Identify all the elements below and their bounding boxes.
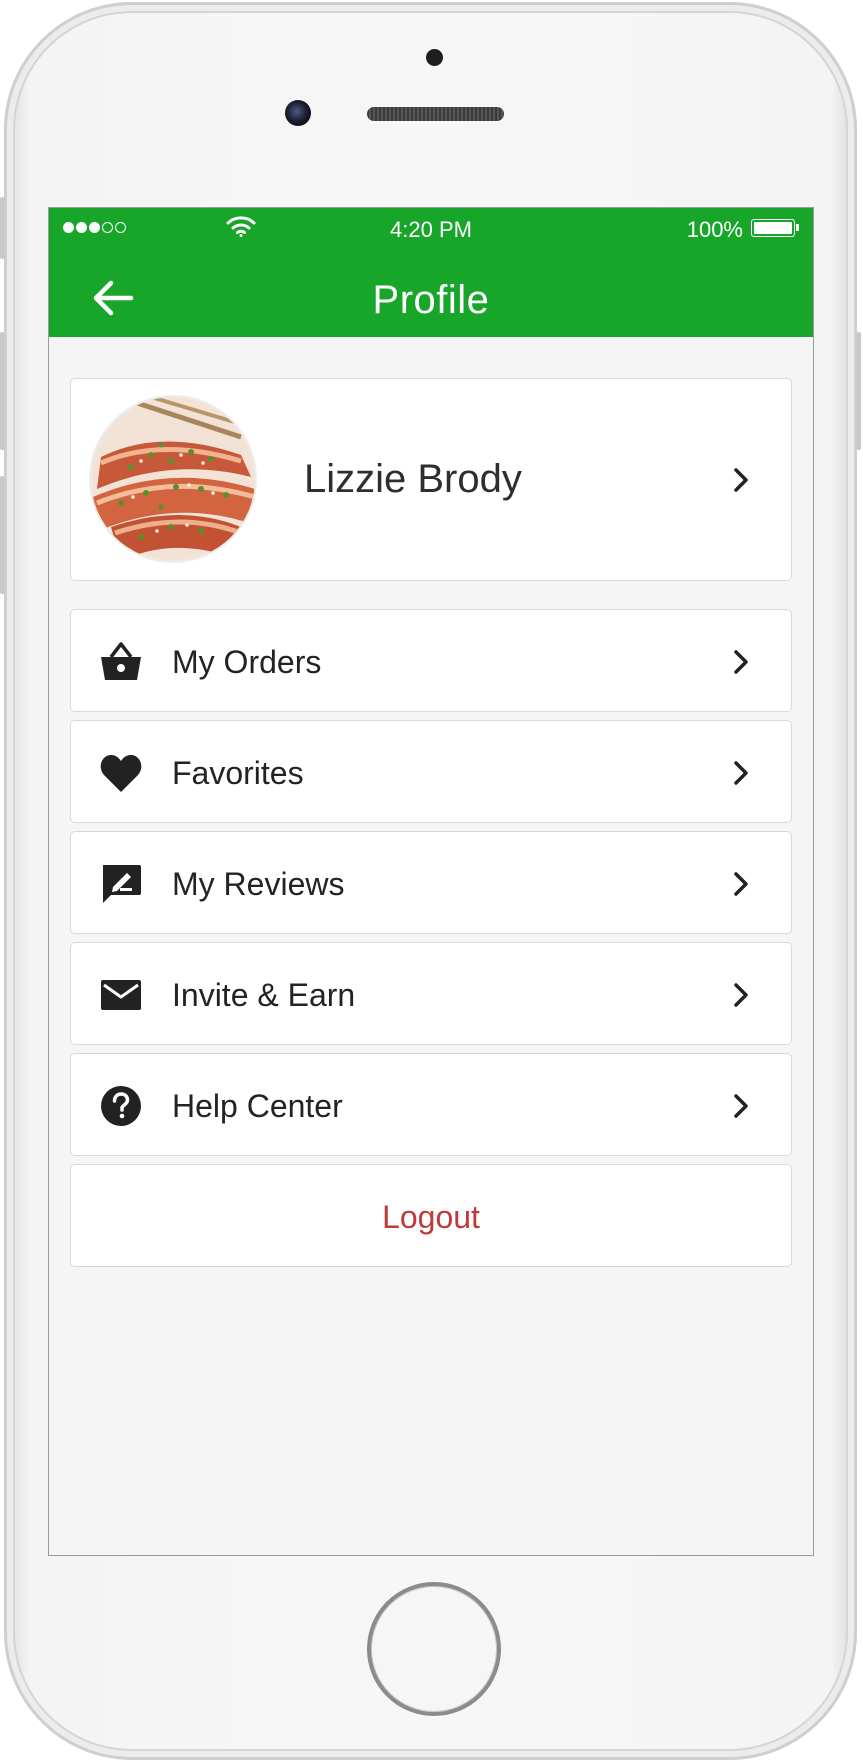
menu-item-label: Invite & Earn [172,977,356,1013]
top-bar: 4:20 PM 100% Profile [49,208,813,337]
chevron-right-icon [734,650,748,674]
logout-label: Logout [382,1199,480,1235]
menu-item-my-reviews[interactable]: My Reviews [70,831,792,934]
front-camera [285,100,311,126]
menu-item-my-orders[interactable]: My Orders [70,609,792,712]
volume-up-button [0,332,5,450]
battery-icon [751,219,799,237]
page-title: Profile [372,278,490,322]
chevron-right-icon [734,761,748,785]
profile-name: Lizzie Brody [304,457,522,501]
menu-item-invite-earn[interactable]: Invite & Earn [70,942,792,1045]
menu-item-help-center[interactable]: Help Center [70,1053,792,1156]
heart-icon [100,755,142,792]
app-screen: 4:20 PM 100% Profile Lizzie Brody My Ord… [49,208,813,1555]
review-icon [103,865,141,903]
menu-item-label: Help Center [172,1088,343,1124]
logout-button[interactable]: Logout [70,1164,792,1267]
menu-item-favorites[interactable]: Favorites [70,720,792,823]
status-bar: 4:20 PM 100% [49,208,813,248]
proximity-sensor [426,49,443,66]
menu-item-label: My Orders [172,644,322,680]
earpiece-speaker [367,107,504,121]
basket-icon [101,642,141,680]
volume-down-button [0,476,5,594]
help-icon [101,1086,141,1126]
envelope-icon [101,980,141,1010]
chevron-right-icon [734,468,748,492]
menu-item-label: Favorites [172,755,304,791]
chevron-right-icon [734,1094,748,1118]
chevron-right-icon [734,872,748,896]
battery-percentage: 100% [686,217,743,242]
mute-switch [0,197,5,259]
profile-card[interactable]: Lizzie Brody [70,378,792,581]
chevron-right-icon [734,983,748,1007]
power-button [856,332,861,450]
menu-item-label: My Reviews [172,866,345,902]
avatar [91,397,255,561]
home-button[interactable] [367,1582,501,1716]
